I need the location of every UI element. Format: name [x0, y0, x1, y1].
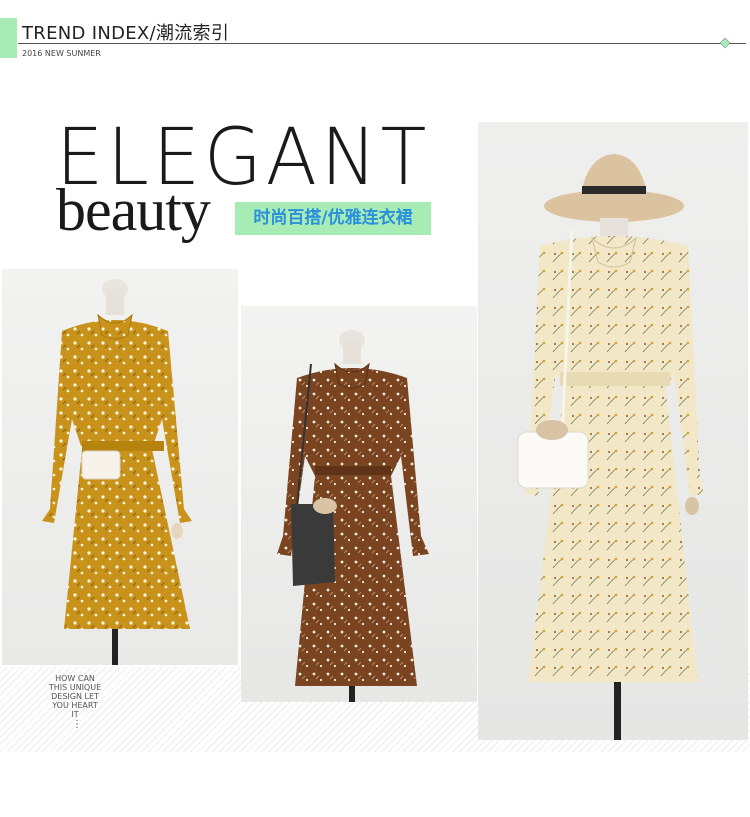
section-title: TREND INDEX/潮流索引: [22, 23, 230, 44]
brown-dress-illustration: [277, 330, 429, 702]
cream-dress-illustration: [517, 154, 704, 740]
headline-beauty: beauty: [56, 177, 211, 243]
tagline-badge: 时尚百搭/优雅连衣裙: [235, 202, 431, 235]
diamond-ornament-icon: [719, 37, 731, 49]
header-accent-bar: [0, 18, 17, 58]
mustard-dress-illustration: [42, 279, 192, 665]
product-photo-brown-dress[interactable]: [241, 306, 477, 702]
product-photo-mustard-dress[interactable]: [2, 269, 238, 665]
promo-caption: HOW CAN THIS UNIQUE DESIGN LET YOU HEART…: [48, 674, 102, 719]
header-divider: [18, 43, 746, 44]
section-subtitle: 2016 NEW SUNMER: [22, 49, 101, 58]
product-photo-cream-dress[interactable]: [478, 122, 748, 740]
caption-ellipsis: ⋮: [72, 719, 82, 730]
